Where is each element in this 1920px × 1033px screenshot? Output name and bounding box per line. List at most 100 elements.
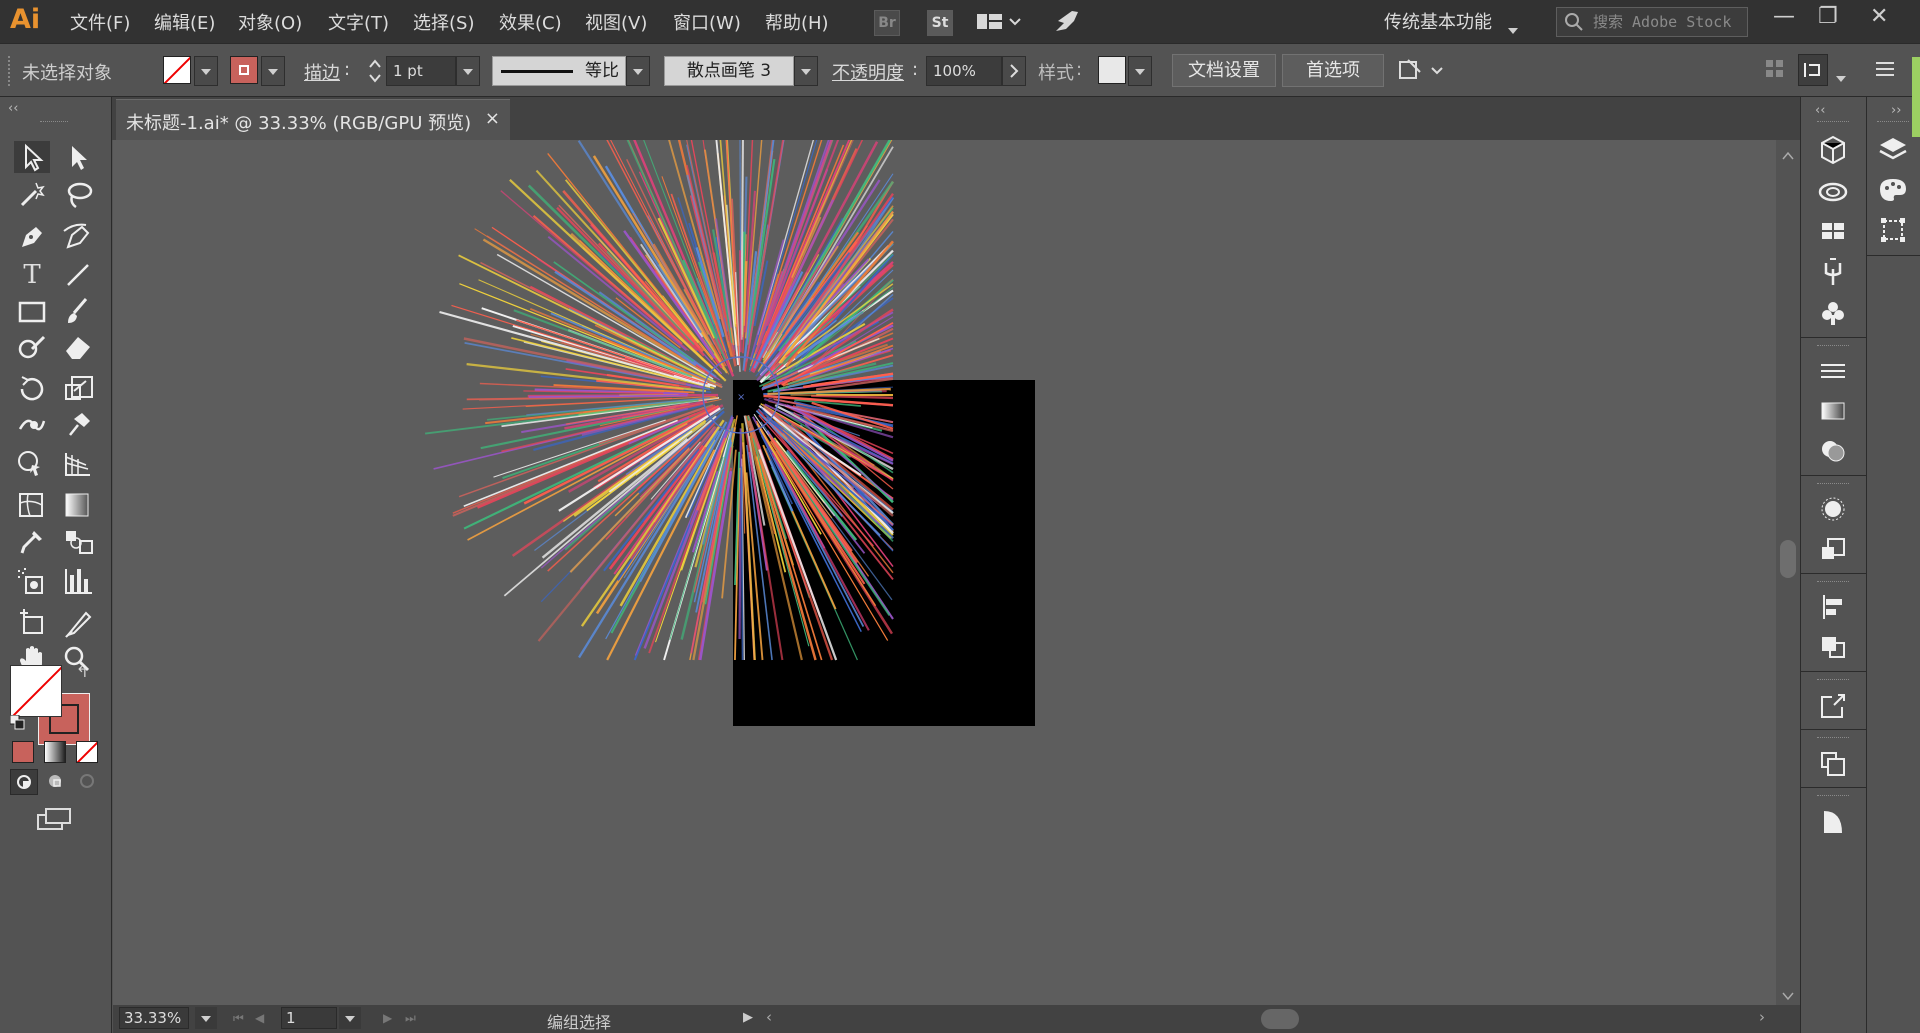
export-assets-icon[interactable] bbox=[1813, 689, 1853, 723]
scroll-up-icon[interactable] bbox=[1782, 146, 1794, 166]
align-panel-icon[interactable] bbox=[1813, 591, 1853, 625]
horizontal-scroll-thumb[interactable] bbox=[1261, 1009, 1299, 1029]
close-tab-icon[interactable]: × bbox=[485, 108, 500, 129]
panel-menu-icon[interactable] bbox=[1876, 60, 1896, 85]
prev-artboard-icon[interactable]: ◀ bbox=[255, 1011, 264, 1025]
profile-dropdown[interactable] bbox=[626, 56, 650, 86]
type-tool-icon[interactable]: T bbox=[14, 259, 50, 291]
brush-dropdown[interactable] bbox=[794, 56, 818, 86]
collapse-panels-icon[interactable]: ‹‹ bbox=[1815, 103, 1825, 118]
eraser-icon[interactable] bbox=[60, 331, 96, 363]
stroke-weight-dropdown[interactable] bbox=[456, 56, 480, 86]
variable-width-profile[interactable]: 等比 bbox=[492, 56, 626, 86]
panel-grip[interactable] bbox=[8, 56, 12, 86]
zoom-dropdown[interactable] bbox=[195, 1007, 217, 1029]
graphic-style-swatch[interactable] bbox=[1098, 56, 1126, 84]
graphic-styles-icon[interactable] bbox=[1813, 533, 1853, 567]
eyedropper-icon[interactable] bbox=[14, 525, 50, 557]
document-canvas[interactable]: × bbox=[113, 140, 1776, 1005]
puppet-warp-icon[interactable] bbox=[60, 409, 96, 441]
artboards-panel-icon[interactable] bbox=[1813, 747, 1853, 781]
status-menu-icon[interactable]: ▶ bbox=[743, 1010, 753, 1025]
image-trace-icon[interactable] bbox=[1813, 805, 1853, 839]
warp-icon[interactable] bbox=[14, 409, 50, 441]
first-artboard-icon[interactable]: ⏮ bbox=[233, 1011, 244, 1026]
swatches-grid-icon[interactable] bbox=[1813, 215, 1853, 249]
opacity-label[interactable]: 不透明度 bbox=[832, 59, 904, 85]
libraries-icon[interactable] bbox=[1813, 133, 1853, 167]
restore-button[interactable]: ❐ bbox=[1818, 4, 1838, 29]
stock-button[interactable]: St bbox=[927, 10, 953, 36]
stroke-panel-icon[interactable] bbox=[1813, 355, 1853, 389]
expand-panels-icon[interactable]: ›› bbox=[1891, 103, 1901, 118]
fill-color-swatch[interactable] bbox=[10, 665, 62, 717]
rotate-icon[interactable] bbox=[14, 373, 50, 405]
lasso-icon[interactable] bbox=[60, 179, 96, 211]
mesh-icon[interactable] bbox=[14, 489, 50, 521]
gradient-panel-icon[interactable] bbox=[1813, 395, 1853, 429]
arrange-documents-icon[interactable] bbox=[977, 12, 1023, 37]
menu-edit[interactable]: 编辑(E) bbox=[154, 9, 215, 35]
scroll-left-icon[interactable]: ‹ bbox=[766, 1008, 772, 1026]
perspective-grid-icon[interactable] bbox=[60, 447, 96, 479]
color-palette-icon[interactable] bbox=[1873, 173, 1913, 207]
menu-select[interactable]: 选择(S) bbox=[413, 9, 474, 35]
document-tab[interactable]: 未标题-1.ai* @ 33.33% (RGB/GPU 预览) × bbox=[116, 99, 510, 140]
none-mode-icon[interactable] bbox=[76, 741, 98, 763]
vertical-scroll-thumb[interactable] bbox=[1780, 540, 1796, 578]
menu-view[interactable]: 视图(V) bbox=[585, 9, 647, 35]
appearance-panel-icon[interactable] bbox=[1813, 493, 1853, 527]
vertical-scrollbar[interactable] bbox=[1776, 140, 1800, 1005]
last-artboard-icon[interactable]: ⏭ bbox=[405, 1011, 416, 1026]
draw-behind-icon[interactable] bbox=[42, 769, 70, 795]
creative-cloud-icon[interactable] bbox=[1813, 175, 1853, 209]
color-mode-icon[interactable] bbox=[12, 741, 34, 763]
gradient-mode-icon[interactable] bbox=[44, 741, 66, 763]
pathfinder-icon[interactable] bbox=[1813, 631, 1853, 665]
menu-object[interactable]: 对象(O) bbox=[238, 9, 302, 35]
stroke-weight-field[interactable]: 1 pt bbox=[386, 56, 456, 86]
close-window-button[interactable]: ✕ bbox=[1870, 4, 1888, 29]
opacity-expand[interactable] bbox=[1002, 56, 1026, 86]
transparency-panel-icon[interactable] bbox=[1813, 435, 1853, 469]
chevron-down-icon[interactable] bbox=[1508, 19, 1518, 39]
draw-inside-icon[interactable] bbox=[74, 769, 102, 795]
direct-selection-tool-icon[interactable] bbox=[60, 141, 96, 173]
toolbar-grip[interactable] bbox=[40, 121, 68, 123]
stroke-label[interactable]: 描边 bbox=[304, 59, 340, 85]
menu-file[interactable]: 文件(F) bbox=[70, 9, 130, 35]
next-artboard-icon[interactable]: ▶ bbox=[383, 1011, 392, 1025]
stroke-dropdown[interactable] bbox=[261, 56, 285, 86]
scroll-right-icon[interactable]: › bbox=[1759, 1008, 1765, 1026]
menu-window[interactable]: 窗口(W) bbox=[673, 9, 741, 35]
brush-definition[interactable]: 散点画笔 3 bbox=[664, 56, 794, 86]
bridge-button[interactable]: Br bbox=[874, 10, 900, 36]
zoom-level-field[interactable]: 33.33% bbox=[119, 1007, 189, 1029]
menu-effect[interactable]: 效果(C) bbox=[499, 9, 562, 35]
line-tool-icon[interactable] bbox=[60, 259, 96, 291]
paintbrush-icon[interactable] bbox=[60, 295, 96, 327]
column-graph-icon[interactable] bbox=[60, 565, 96, 597]
swap-fill-stroke-icon[interactable]: ↰ bbox=[76, 663, 89, 681]
scale-icon[interactable] bbox=[60, 373, 96, 405]
blend-icon[interactable] bbox=[60, 525, 96, 557]
symbol-sprayer-icon[interactable] bbox=[14, 565, 50, 597]
brushes-icon[interactable] bbox=[1813, 255, 1853, 289]
transform-panel-icon[interactable] bbox=[1873, 213, 1913, 247]
menu-type[interactable]: 文字(T) bbox=[328, 9, 389, 35]
stroke-stepper-icon[interactable] bbox=[368, 57, 382, 90]
artboard-tool-icon[interactable] bbox=[14, 607, 50, 639]
draw-normal-icon[interactable] bbox=[10, 769, 38, 795]
panel-toggle-icon[interactable] bbox=[1798, 54, 1828, 86]
default-colors-icon[interactable] bbox=[9, 714, 26, 736]
slice-tool-icon[interactable] bbox=[60, 607, 96, 639]
layers-icon[interactable] bbox=[1873, 133, 1913, 167]
magic-wand-icon[interactable] bbox=[14, 179, 50, 211]
fill-dropdown[interactable] bbox=[194, 56, 218, 86]
gradient-icon[interactable] bbox=[60, 489, 96, 521]
artboard-dropdown[interactable] bbox=[339, 1007, 361, 1029]
pen-tool-icon[interactable] bbox=[14, 221, 50, 253]
menu-help[interactable]: 帮助(H) bbox=[765, 9, 829, 35]
document-setup-button[interactable]: 文档设置 bbox=[1172, 54, 1276, 87]
gpu-performance-icon[interactable] bbox=[1052, 9, 1080, 40]
